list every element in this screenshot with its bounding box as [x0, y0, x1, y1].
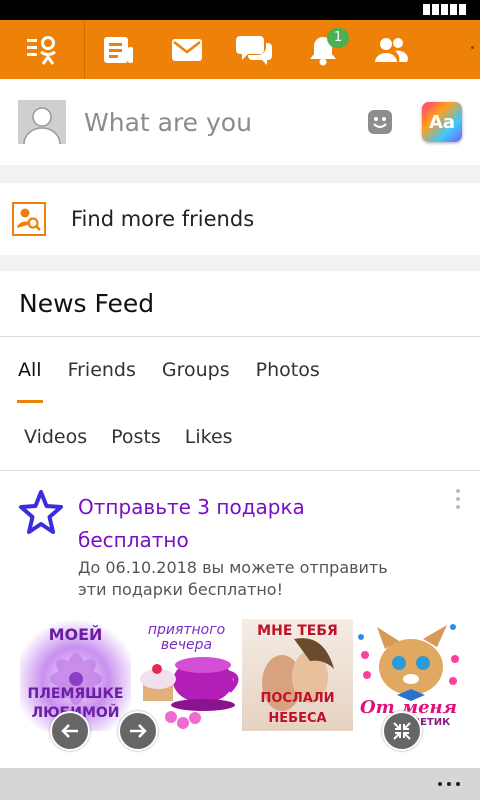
battery-icon [423, 4, 466, 15]
ok-logo-icon[interactable] [0, 20, 85, 79]
status-bar [0, 0, 480, 20]
gift-text-bottom: ПОСЛАЛИ НЕБЕСА [260, 691, 335, 726]
find-friends-label: Find more friends [71, 207, 255, 231]
find-friends-row[interactable]: Find more friends [0, 183, 480, 255]
tab-groups[interactable]: Groups [162, 337, 230, 403]
star-icon [17, 489, 65, 541]
gift-text-top: МОЕЙ [48, 625, 103, 644]
bottom-app-bar [0, 768, 480, 800]
chat-icon[interactable] [221, 20, 289, 79]
tab-photos[interactable]: Photos [256, 337, 320, 403]
tab-all[interactable]: All [17, 337, 43, 403]
more-menu-icon[interactable] [438, 782, 460, 786]
tab-friends[interactable]: Friends [68, 337, 136, 403]
find-friends-icon [12, 202, 46, 236]
tab-likes[interactable]: Likes [185, 404, 233, 470]
post-description: До 06.10.2018 вы можете отправить эти по… [78, 558, 388, 599]
gift-item[interactable]: МНЕ ТЕБЯ ПОСЛАЛИ НЕБЕСА [242, 619, 353, 731]
page-title: News Feed [0, 271, 480, 337]
mail-icon[interactable] [153, 20, 221, 79]
collapse-icon[interactable] [382, 711, 422, 751]
feed-tabs-row1: All Friends Groups Photos [0, 337, 480, 403]
top-nav-bar: 1 [0, 20, 480, 79]
feed-icon[interactable] [85, 20, 153, 79]
feed-tabs-row2: Videos Posts Likes [0, 403, 480, 471]
gift-text-top: МНЕ ТЕБЯ [257, 623, 338, 639]
friends-icon[interactable] [357, 20, 425, 79]
tab-videos[interactable]: Videos [24, 404, 87, 470]
bell-icon[interactable]: 1 [289, 20, 357, 79]
avatar[interactable] [18, 100, 66, 144]
post-composer[interactable]: What are you Aa [0, 79, 480, 165]
overflow-dot [471, 46, 474, 49]
post-title-link[interactable]: Отправьте 3 подарка бесплатно [78, 491, 338, 557]
notification-badge: 1 [327, 28, 349, 48]
carousel-next-button[interactable] [118, 711, 158, 751]
gift-text-top: приятного вечера [147, 622, 226, 653]
text-style-icon[interactable]: Aa [422, 102, 462, 142]
carousel-prev-button[interactable] [50, 711, 90, 751]
tab-posts[interactable]: Posts [111, 404, 161, 470]
news-feed: News Feed All Friends Groups Photos Vide… [0, 271, 480, 769]
post-input[interactable]: What are you [84, 108, 368, 137]
more-options-icon[interactable] [456, 489, 460, 513]
smile-icon[interactable] [368, 110, 392, 134]
